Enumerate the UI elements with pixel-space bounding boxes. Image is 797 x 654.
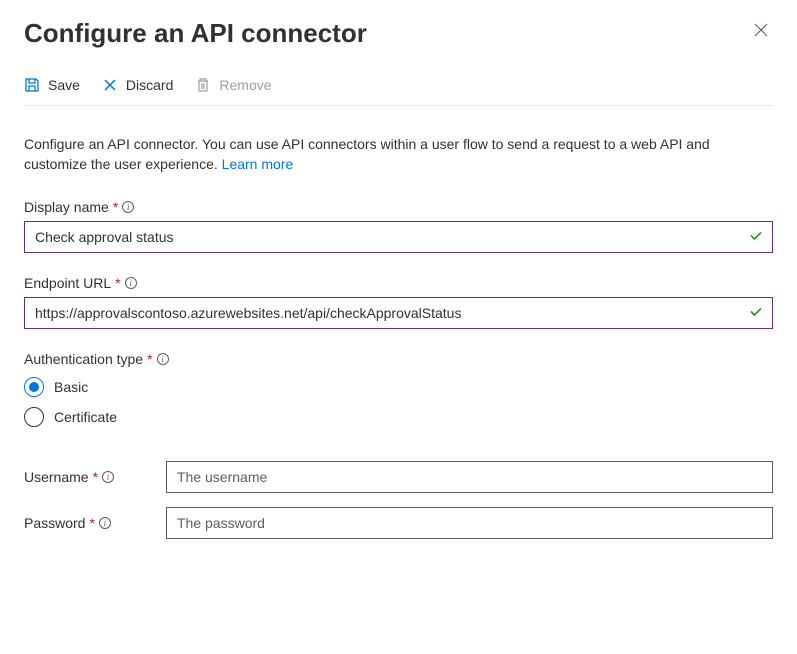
- save-icon: [24, 77, 40, 93]
- learn-more-link[interactable]: Learn more: [222, 156, 294, 172]
- username-label: Username: [24, 469, 89, 485]
- required-indicator: *: [147, 351, 152, 367]
- required-indicator: *: [113, 199, 118, 215]
- radio-circle: [24, 407, 44, 427]
- info-icon[interactable]: i: [125, 277, 137, 289]
- remove-icon: [195, 77, 211, 93]
- radio-circle: [24, 377, 44, 397]
- info-icon[interactable]: i: [99, 517, 111, 529]
- close-button[interactable]: [749, 18, 773, 45]
- endpoint-url-label: Endpoint URL: [24, 275, 111, 291]
- remove-button: Remove: [195, 77, 271, 93]
- password-label: Password: [24, 515, 85, 531]
- save-button[interactable]: Save: [24, 77, 80, 93]
- info-icon[interactable]: i: [102, 471, 114, 483]
- discard-button[interactable]: Discard: [102, 77, 173, 93]
- info-icon[interactable]: i: [157, 353, 169, 365]
- auth-type-certificate-radio[interactable]: Certificate: [24, 407, 773, 427]
- auth-type-basic-radio[interactable]: Basic: [24, 377, 773, 397]
- info-icon[interactable]: i: [122, 201, 134, 213]
- remove-label: Remove: [219, 77, 271, 93]
- save-label: Save: [48, 77, 80, 93]
- endpoint-url-input[interactable]: [24, 297, 773, 329]
- auth-type-label: Authentication type: [24, 351, 143, 367]
- description: Configure an API connector. You can use …: [24, 134, 773, 175]
- radio-label-basic: Basic: [54, 379, 88, 395]
- display-name-label: Display name: [24, 199, 109, 215]
- discard-icon: [102, 77, 118, 93]
- description-text: Configure an API connector. You can use …: [24, 136, 710, 172]
- radio-label-certificate: Certificate: [54, 409, 117, 425]
- username-input[interactable]: [166, 461, 773, 493]
- auth-type-radio-group: Basic Certificate: [24, 377, 773, 427]
- required-indicator: *: [93, 469, 98, 485]
- required-indicator: *: [115, 275, 120, 291]
- display-name-input[interactable]: [24, 221, 773, 253]
- page-title: Configure an API connector: [24, 18, 367, 49]
- required-indicator: *: [89, 515, 94, 531]
- close-icon: [753, 22, 769, 38]
- discard-label: Discard: [126, 77, 173, 93]
- password-input[interactable]: [166, 507, 773, 539]
- toolbar: Save Discard Remove: [24, 77, 773, 106]
